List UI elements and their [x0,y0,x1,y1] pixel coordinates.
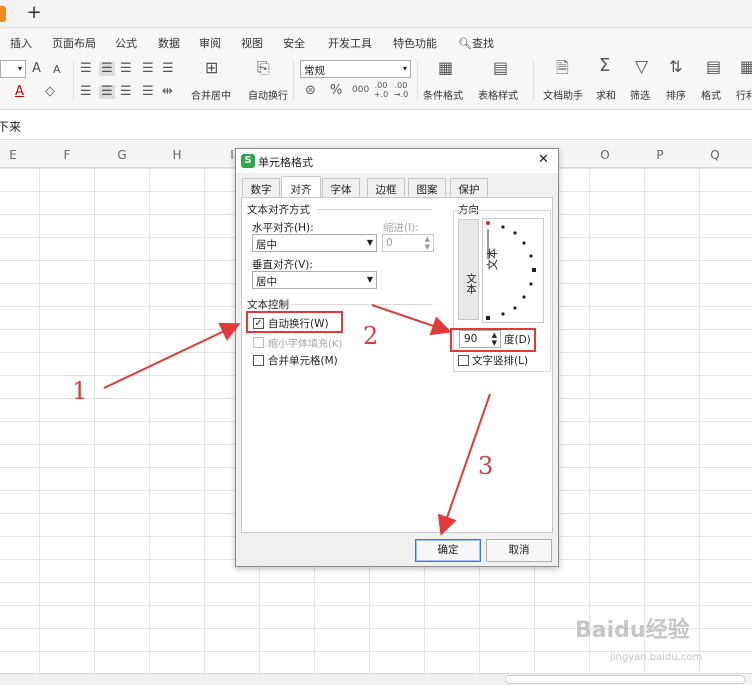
baidu-watermark: Baidu经验 [575,618,690,643]
annotation-number-2: 2 [363,322,379,350]
annotation-number-1: 1 [72,377,88,405]
arrow-2 [371,304,452,336]
watermark-url: jingyan.baidu.com [610,652,703,663]
arrow-1 [103,322,241,389]
annotation-number-3: 3 [478,452,494,480]
